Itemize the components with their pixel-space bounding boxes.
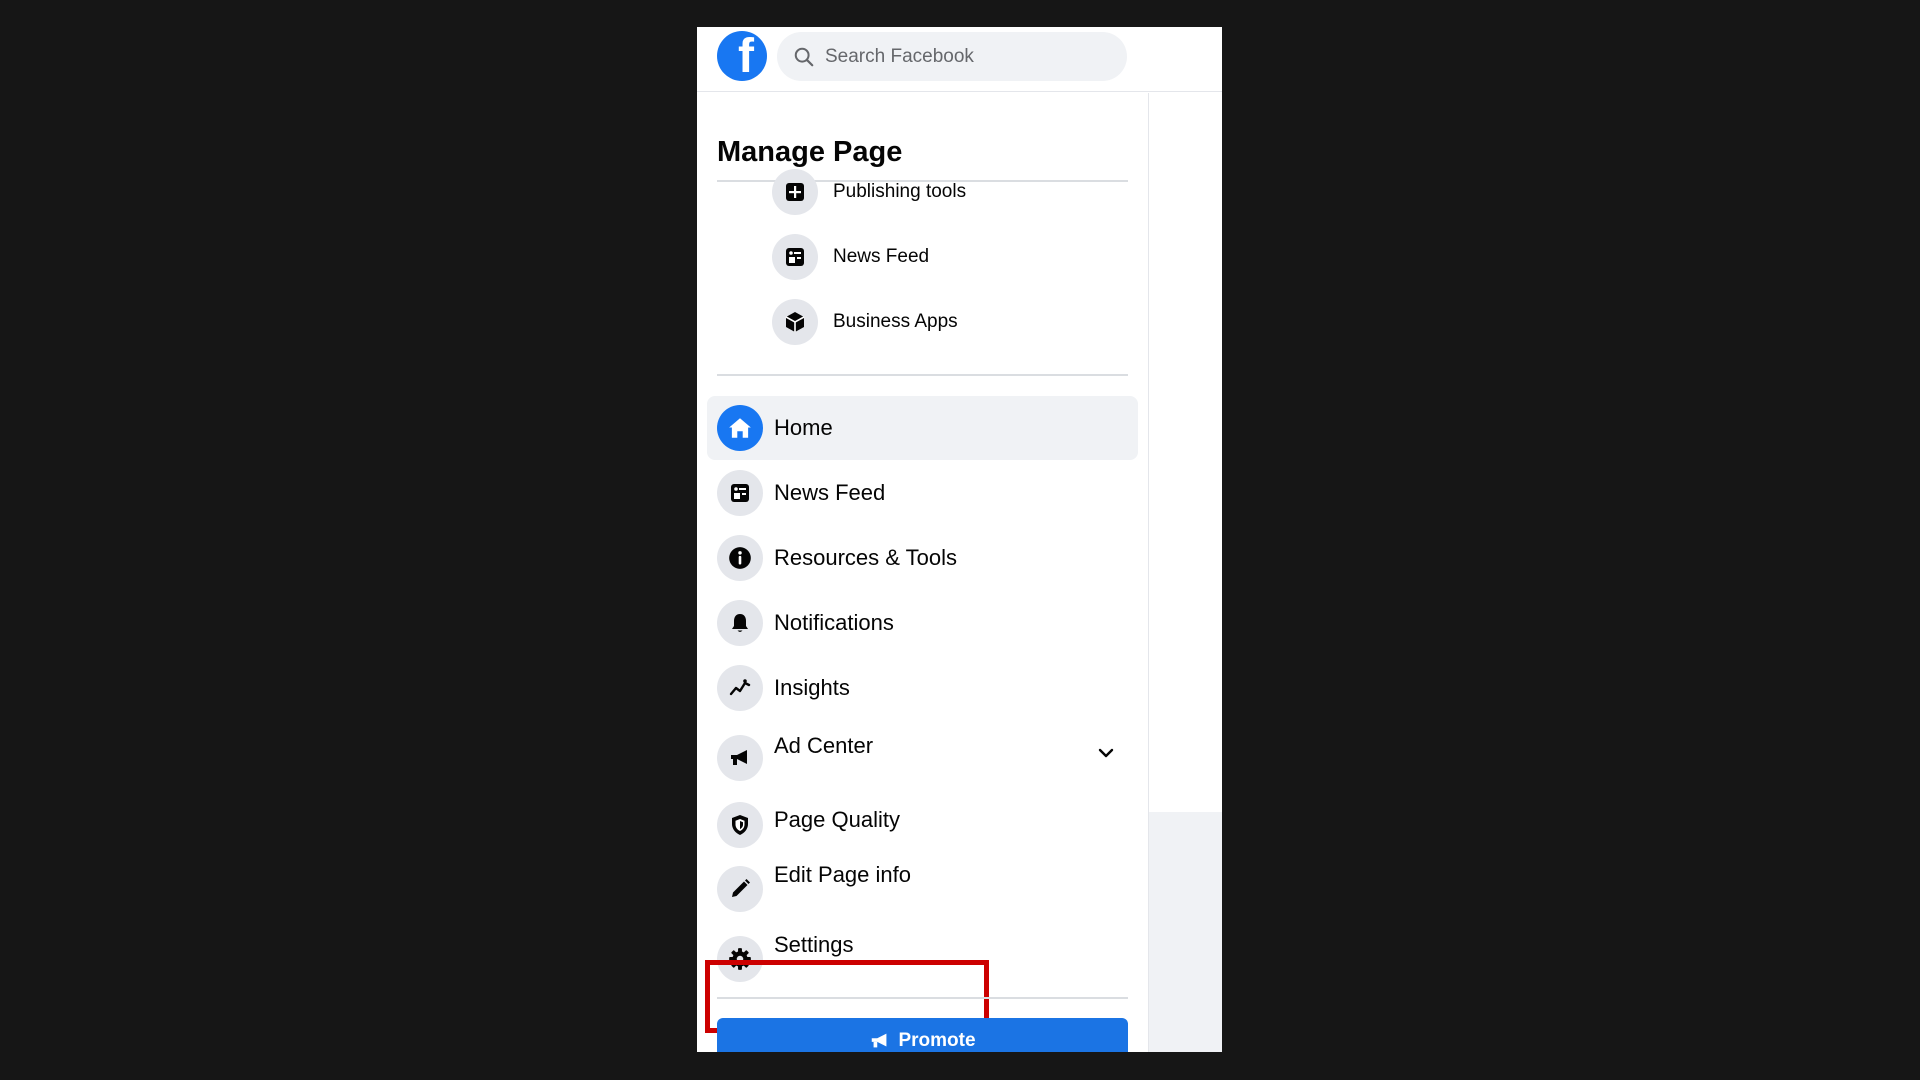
search-icon (794, 47, 814, 66)
manage-page-sidebar: Manage Page Publishing tools News Feed B… (697, 93, 1148, 1052)
publishing-tools-icon (772, 169, 818, 215)
nav-item-settings[interactable]: Settings (707, 920, 1138, 984)
nav-item-edit-page-info[interactable]: Edit Page info (707, 850, 1138, 914)
info-icon (717, 535, 763, 581)
news-feed-icon (717, 470, 763, 516)
megaphone-icon (717, 735, 763, 781)
nav-item-page-quality[interactable]: Page Quality (707, 786, 1138, 850)
sub-item-label: Business Apps (833, 311, 958, 332)
nav-item-news-feed[interactable]: News Feed (707, 461, 1138, 525)
top-bar: f Search Facebook (697, 27, 1222, 92)
sub-item-news-feed[interactable]: News Feed (772, 233, 929, 281)
nav-item-home[interactable]: Home (707, 396, 1138, 460)
news-feed-icon (772, 234, 818, 280)
bottom-divider (717, 997, 1128, 999)
nav-item-label: News Feed (774, 480, 886, 505)
gear-icon (717, 936, 763, 982)
nav-item-label: Resources & Tools (774, 545, 958, 570)
chevron-down-icon[interactable] (1096, 743, 1116, 763)
home-icon (717, 405, 763, 451)
facebook-logo-icon[interactable]: f (717, 31, 767, 81)
promote-button[interactable]: Promote (717, 1018, 1128, 1052)
section-divider (717, 374, 1128, 376)
nav-item-insights[interactable]: Insights (707, 656, 1138, 720)
nav-item-resources-tools[interactable]: Resources & Tools (707, 526, 1138, 590)
nav-item-label: Page Quality (774, 807, 900, 832)
bell-icon (717, 600, 763, 646)
nav-item-label: Home (774, 415, 833, 440)
search-input[interactable]: Search Facebook (777, 32, 1127, 81)
main-content-background (1148, 812, 1222, 1052)
sub-item-label: News Feed (833, 246, 930, 267)
nav-item-label: Edit Page info (774, 862, 911, 887)
shield-icon (717, 802, 763, 848)
nav-item-ad-center[interactable]: Ad Center (707, 721, 1138, 785)
megaphone-icon (872, 1033, 887, 1048)
pencil-icon (717, 866, 763, 912)
promote-label: Promote (898, 1030, 976, 1051)
nav-item-label: Insights (774, 675, 850, 700)
nav-item-label: Settings (774, 932, 854, 957)
business-apps-icon (772, 299, 818, 345)
nav-item-label: Notifications (774, 610, 894, 635)
sub-item-label: Publishing tools (833, 181, 967, 202)
nav-item-notifications[interactable]: Notifications (707, 591, 1138, 655)
search-placeholder: Search Facebook (825, 45, 974, 67)
sub-item-business-apps[interactable]: Business Apps (772, 298, 958, 346)
nav-item-label: Ad Center (774, 733, 874, 758)
sub-item-publishing-tools[interactable]: Publishing tools (772, 168, 966, 216)
facebook-logo-letter: f (738, 31, 754, 81)
facebook-window: f Search Facebook Manage Page Publishing… (697, 27, 1222, 1052)
insights-icon (717, 665, 763, 711)
main-content-area (1148, 93, 1222, 812)
page-title: Manage Page (717, 136, 903, 168)
